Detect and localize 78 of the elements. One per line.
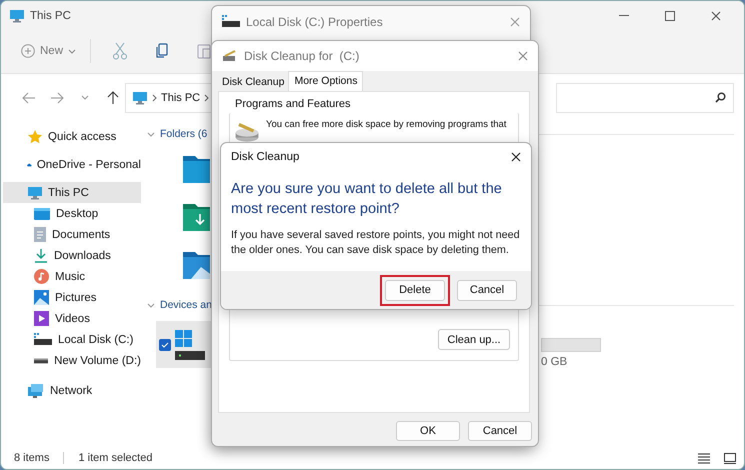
item-count: 8 items	[14, 452, 50, 464]
dialog-button[interactable]: Cancel	[457, 280, 517, 300]
sidebar-item[interactable]: New Volume (D:)	[3, 350, 141, 371]
section-heading: Folders (6	[160, 128, 208, 140]
sidebar-item[interactable]: Downloads	[3, 245, 141, 266]
sidebar-item[interactable]: Videos	[3, 308, 141, 329]
search-icon	[715, 92, 726, 103]
sidebar-item[interactable]: Music	[3, 266, 141, 287]
window-title: Disk Cleanup for (C:)	[244, 49, 360, 63]
sidebar-item[interactable]: Desktop	[3, 203, 141, 224]
checkbox[interactable]	[159, 338, 171, 350]
folder-icon[interactable]	[183, 153, 210, 183]
dialog-question: Are you sure you want to delete all but the most recent restore point?	[230, 180, 503, 219]
sidebar-item[interactable]: Network	[3, 380, 141, 401]
search-field[interactable]	[556, 82, 734, 112]
chevron-down-icon[interactable]	[81, 95, 89, 100]
close-icon[interactable]	[511, 152, 521, 162]
windows-logo-icon	[175, 330, 193, 348]
computer-icon	[9, 9, 25, 23]
breadcrumb[interactable]: This PC	[161, 92, 200, 104]
tab[interactable]: More Options	[288, 71, 364, 91]
window-title: This PC	[30, 10, 71, 22]
sidebar-item[interactable]: Documents	[3, 224, 141, 245]
details-view-icon[interactable]	[698, 452, 710, 464]
group-description: You can free more disk space by removing programs that	[266, 119, 506, 130]
chevron-right-icon	[204, 94, 210, 102]
capacity-bar	[541, 338, 601, 352]
selection-count: 1 item selected	[78, 452, 152, 464]
pictures-icon	[34, 290, 49, 305]
dialog-button[interactable]: Delete	[385, 280, 445, 300]
tiles-view-icon[interactable]	[724, 452, 736, 464]
network-icon	[27, 382, 45, 398]
chevron-down-icon[interactable]	[147, 302, 155, 308]
dialog-message: If you have several saved restore points, you might not need the older ones. You can save disk space by deleting them.	[230, 228, 521, 258]
sidebar-item[interactable]: This PC	[3, 182, 141, 203]
drive-size: 0 GB	[541, 356, 568, 368]
computer-icon	[132, 90, 148, 104]
drive-icon	[222, 15, 240, 29]
chevron-down-icon[interactable]	[147, 132, 155, 136]
back-arrow-icon[interactable]	[22, 92, 36, 104]
dialog-title: Disk Cleanup	[231, 151, 300, 163]
document-icon	[34, 227, 46, 242]
sidebar-item[interactable]: OneDrive - Personal	[3, 154, 141, 175]
folder-icon[interactable]	[183, 201, 210, 231]
new-button[interactable]: New	[15, 40, 82, 62]
minimize-icon[interactable]	[618, 15, 628, 17]
drive-icon	[175, 350, 205, 360]
star-icon	[27, 128, 43, 144]
group-title: Programs and Features	[234, 98, 352, 112]
download-icon	[34, 248, 48, 263]
paste-icon[interactable]	[197, 43, 212, 59]
copy-icon[interactable]	[156, 43, 168, 59]
caret-icon	[68, 48, 76, 54]
chevron-right-icon	[152, 94, 157, 102]
tab[interactable]: Disk Cleanup	[218, 74, 288, 91]
folder-icon[interactable]	[183, 249, 210, 279]
video-icon	[34, 311, 49, 326]
computer-icon	[27, 186, 43, 200]
drive-icon	[34, 332, 52, 346]
drive-tile[interactable]	[156, 321, 211, 368]
close-icon[interactable]	[710, 11, 720, 21]
address-bar[interactable]: This PC	[125, 82, 213, 112]
up-arrow-icon[interactable]	[107, 90, 119, 104]
forward-arrow-icon[interactable]	[50, 92, 64, 104]
window-title: Local Disk (C:) Properties	[246, 15, 383, 29]
sidebar-item[interactable]: Pictures	[3, 287, 141, 308]
dialog-button[interactable]: OK	[396, 421, 460, 441]
plus-icon	[21, 44, 35, 58]
dialog-button[interactable]: Cancel	[468, 421, 532, 441]
desktop-icon	[34, 206, 50, 220]
clean-up-button[interactable]: Clean up...	[438, 329, 510, 350]
sidebar-item[interactable]: Local Disk (C:)	[3, 329, 141, 350]
broom-icon	[222, 50, 238, 62]
drive-icon	[34, 356, 48, 364]
maximize-icon[interactable]	[664, 11, 674, 21]
check-icon	[161, 342, 169, 348]
music-icon	[34, 269, 49, 284]
sidebar-item[interactable]: Quick access	[3, 126, 141, 147]
